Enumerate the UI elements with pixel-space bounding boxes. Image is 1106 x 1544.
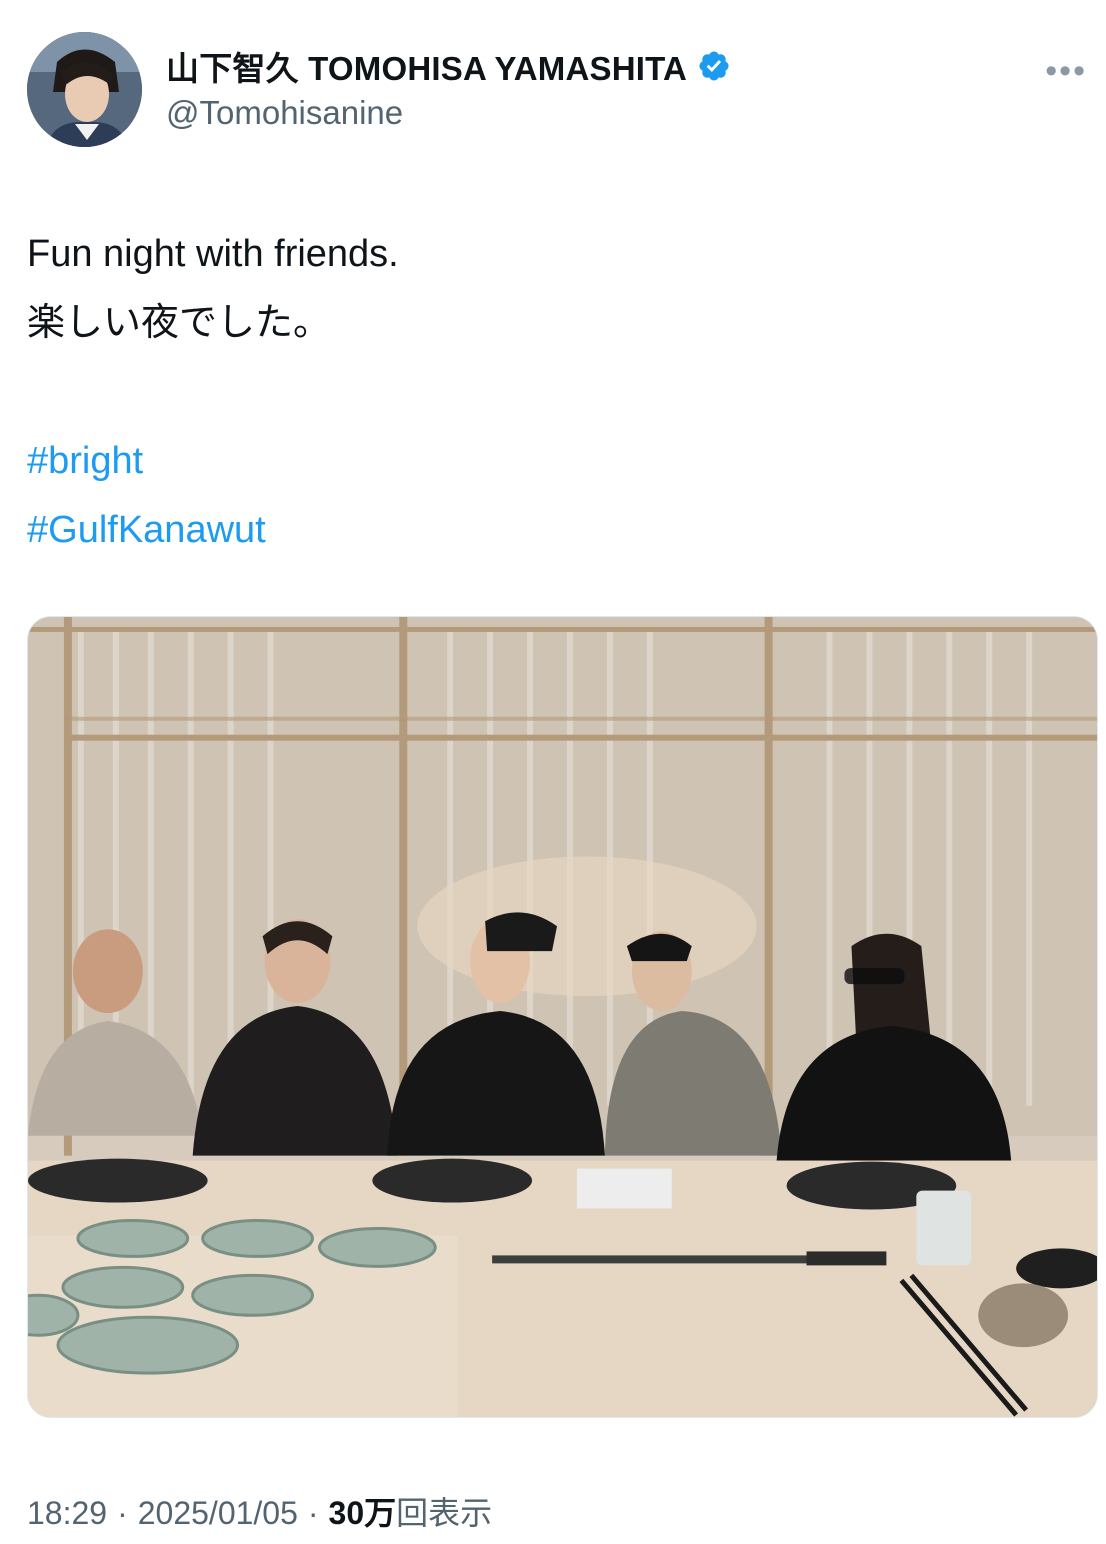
meta-separator: · [307, 1495, 319, 1531]
hashtag-link[interactable]: #bright [27, 427, 1077, 496]
display-name-row: 山下智久 TOMOHISA YAMASHITA [166, 46, 731, 87]
tweet-line: Fun night with friends. [27, 233, 399, 275]
tweet-date[interactable]: 2025/01/05 [138, 1495, 298, 1531]
author-names: 山下智久 TOMOHISA YAMASHITA @Tomohisanine [166, 46, 731, 132]
views-count: 30万 [328, 1495, 397, 1531]
tweet-line-gap [27, 358, 1077, 427]
verified-badge-icon [697, 49, 731, 83]
hashtag-link[interactable]: #GulfKanawut [27, 496, 1077, 565]
tweet-header: 山下智久 TOMOHISA YAMASHITA @Tomohisanine ••… [27, 32, 1087, 148]
more-horizontal-icon[interactable]: ••• [1045, 52, 1087, 91]
avatar-image [27, 32, 142, 147]
tweet-line: 楽しい夜でした。 [27, 302, 332, 344]
tweet-photo[interactable] [27, 616, 1098, 1418]
tweet-text: Fun night with friends. 楽しい夜でした。 #bright… [27, 220, 1077, 565]
author-avatar[interactable] [27, 32, 142, 147]
tweet-time[interactable]: 18:29 [27, 1495, 107, 1531]
tweet-meta: 18:29 · 2025/01/05 · 30万回表示 [27, 1488, 492, 1534]
display-name[interactable]: 山下智久 TOMOHISA YAMASHITA [166, 42, 687, 90]
meta-separator: · [117, 1495, 128, 1531]
group-photo-image [28, 617, 1097, 1417]
author-handle[interactable]: @Tomohisanine [166, 94, 731, 132]
views-label: 回表示 [396, 1495, 493, 1531]
